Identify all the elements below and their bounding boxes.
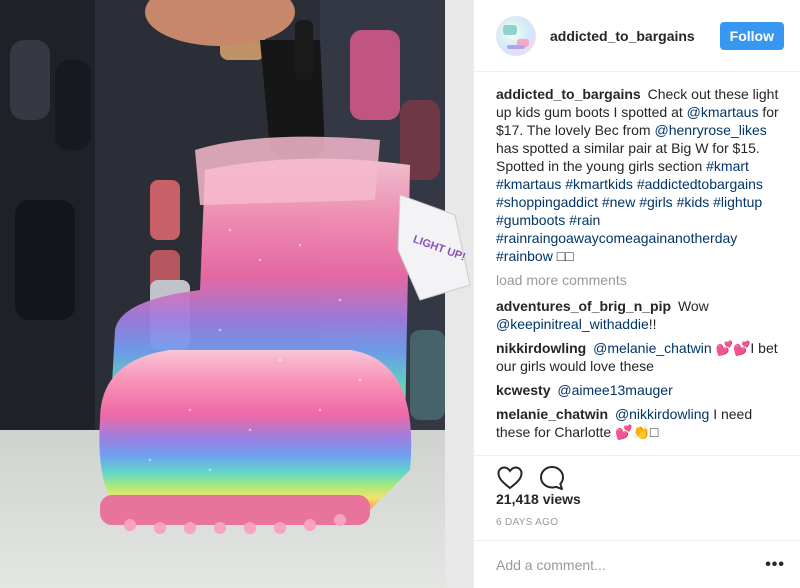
post-header: addicted_to_bargains Follow [474,0,800,72]
comment-item: nikkirdowling @melanie_chatwin 💕💕I bet o… [496,339,787,375]
views-count[interactable]: 21,418 views [496,491,581,507]
post-photo[interactable]: LIGHT UP! [0,0,473,588]
add-comment-bar: ••• [474,540,800,588]
comment-input[interactable] [496,556,762,573]
comment-text-after: !! [648,316,657,332]
comment-author[interactable]: melanie_chatwin [496,406,608,422]
gumboots-photo: LIGHT UP! [0,0,473,588]
more-options-button[interactable]: ••• [761,556,789,574]
follow-button[interactable]: Follow [719,21,784,50]
post-sidebar: addicted_to_bargains Follow addicted_to_… [473,0,800,588]
caption: addicted_to_bargains Check out these lig… [496,85,787,265]
comment-mention[interactable]: @nikkirdowling [615,406,709,422]
comment-mention[interactable]: @keepinitreal_withaddie [496,316,649,332]
instagram-post: LIGHT UP! addicted_to_bargains Follow ad… [0,0,800,588]
caption-author[interactable]: addicted_to_bargains [496,86,641,102]
heart-icon [497,465,523,489]
comment-bubble-icon [540,465,564,490]
comment-item: kcwesty @aimee13mauger [496,381,787,399]
comment-mention[interactable]: @aimee13mauger [557,382,672,398]
like-button[interactable] [494,462,526,494]
caption-mention-2[interactable]: @henryrose_likes [655,122,767,138]
comment-mention[interactable]: @melanie_chatwin [593,340,712,356]
caption-mention-1[interactable]: @kmartaus [687,104,759,120]
comment-button[interactable] [536,462,568,494]
comment-author[interactable]: adventures_of_brig_n_pip [496,298,671,314]
comments-section: addicted_to_bargains Check out these lig… [474,72,800,455]
header-username[interactable]: addicted_to_bargains [550,28,720,44]
avatar[interactable] [496,15,536,56]
comment-author[interactable]: kcwesty [496,382,550,398]
comment-author[interactable]: nikkirdowling [496,340,586,356]
comment-item: adventures_of_brig_n_pip Wow @keepinitre… [496,297,787,333]
comment-text: Wow [677,298,709,314]
caption-emoji: □□ [556,248,574,264]
comment-item: melanie_chatwin @nikkirdowling I need th… [496,405,787,441]
load-more-comments[interactable]: load more comments [496,271,787,289]
post-date: 6 DAYS AGO [496,517,559,528]
